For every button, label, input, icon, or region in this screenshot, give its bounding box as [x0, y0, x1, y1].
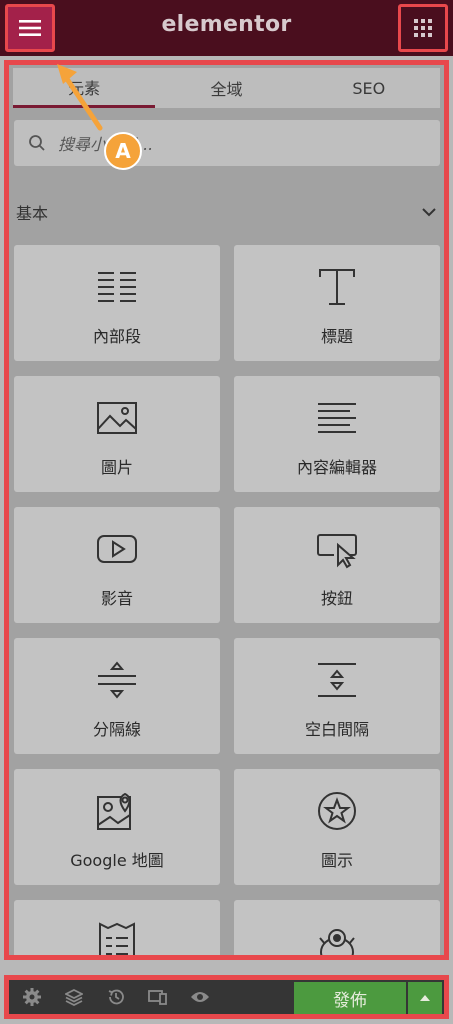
elementor-logo: elementor [161, 12, 292, 37]
history-button[interactable] [97, 980, 135, 1014]
widget-image[interactable]: 圖片 [14, 376, 220, 492]
tab-global[interactable]: 全域 [155, 68, 297, 108]
settings-button[interactable] [13, 980, 51, 1014]
widget-label: 標題 [320, 327, 353, 346]
widget-google-maps[interactable]: Google 地圖 [14, 769, 220, 885]
eye-icon [191, 992, 209, 1002]
widget-button[interactable]: 按鈕 [234, 507, 440, 623]
publish-button[interactable]: 發佈 [294, 982, 406, 1014]
widget-label: 圖片 [100, 458, 133, 477]
history-icon [108, 989, 124, 1005]
widget-text-editor[interactable]: 內容編輯器 [234, 376, 440, 492]
video-icon [97, 535, 137, 563]
widget-label: 內容編輯器 [296, 458, 377, 477]
widget-label: 內部段 [92, 327, 141, 346]
google-maps-icon [97, 792, 131, 830]
text-editor-icon [318, 403, 356, 433]
grid-icon [414, 19, 432, 37]
widget-label: 分隔線 [92, 720, 141, 739]
footer-toolbar: 發佈 [4, 975, 449, 1019]
apps-grid-button[interactable] [398, 4, 448, 52]
widget-label: 影音 [100, 589, 133, 608]
publish-options-button[interactable] [408, 982, 442, 1014]
divider-icon [98, 661, 136, 699]
annotation-arrow [57, 64, 103, 131]
widget-icon[interactable]: 圖示 [234, 769, 440, 885]
widget-spacer[interactable]: 空白間隔 [234, 638, 440, 754]
annotation-badge: A [104, 132, 142, 170]
editor-header: elementor [0, 0, 453, 56]
heading-icon [319, 269, 355, 305]
inner-section-icon [98, 272, 136, 302]
navigator-button[interactable] [55, 980, 93, 1014]
widgets-panel: 元素 全域 SEO 搜尋小工具... 基本 內部段 標題 圖片 內容編輯器 影音 [4, 60, 449, 960]
button-icon [317, 534, 357, 569]
monster-icon [319, 929, 355, 955]
widget-inner-section[interactable]: 內部段 [14, 245, 220, 361]
section-title: 基本 [16, 204, 49, 223]
search-icon [29, 135, 45, 151]
preview-button[interactable] [181, 980, 219, 1014]
spacer-icon [318, 663, 356, 697]
caret-up-icon [420, 995, 430, 1001]
responsive-mode-button[interactable] [139, 980, 177, 1014]
widget-label: 空白間隔 [304, 720, 369, 739]
section-basic-header[interactable]: 基本 [16, 200, 436, 224]
layers-icon [65, 988, 83, 1006]
widget-form[interactable] [14, 900, 220, 955]
chevron-down-icon [422, 208, 436, 217]
widget-label: 按鈕 [320, 589, 353, 608]
image-icon [97, 402, 137, 434]
gear-icon [23, 988, 41, 1006]
form-icon [99, 922, 135, 955]
widget-monster[interactable] [234, 900, 440, 955]
widget-heading[interactable]: 標題 [234, 245, 440, 361]
tab-seo[interactable]: SEO [298, 68, 440, 108]
widget-label: 圖示 [320, 851, 353, 870]
star-icon [318, 792, 356, 830]
widget-divider[interactable]: 分隔線 [14, 638, 220, 754]
responsive-icon [148, 990, 167, 1005]
widget-label: Google 地圖 [70, 851, 164, 870]
widget-video[interactable]: 影音 [14, 507, 220, 623]
